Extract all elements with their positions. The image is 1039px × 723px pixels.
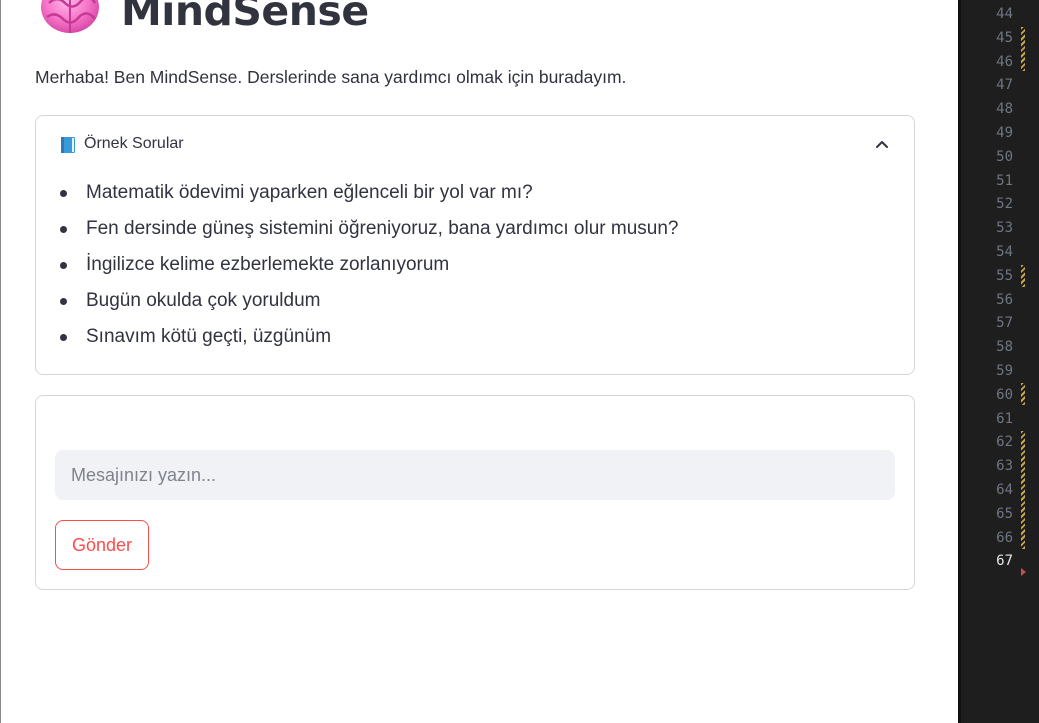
line-number: 63: [996, 458, 1013, 475]
brain-icon: [39, 0, 101, 39]
message-form: Gönder: [35, 395, 915, 590]
line-number: 45: [996, 29, 1013, 46]
list-item: Fen dersinde güneş sistemini öğreniyoruz…: [60, 211, 678, 247]
message-input[interactable]: [55, 450, 895, 500]
intro-text: Merhaba! Ben MindSense. Derslerinde sana…: [35, 67, 627, 87]
modified-lines-marker: [1021, 383, 1025, 405]
expander-header[interactable]: Örnek Sorular: [36, 116, 914, 172]
line-number: 53: [996, 220, 1013, 237]
line-number: 58: [996, 339, 1013, 356]
streamlit-app-pane: MindSense Merhaba! Ben MindSense. Dersle…: [0, 0, 958, 723]
bullet: [60, 190, 67, 197]
bullet: [60, 334, 67, 341]
line-number: 66: [996, 529, 1013, 546]
line-number: 48: [996, 101, 1013, 118]
line-number: 57: [996, 315, 1013, 332]
expander-title: Örnek Sorular: [84, 135, 184, 152]
title-row: MindSense: [39, 0, 369, 40]
line-number: 49: [996, 124, 1013, 141]
bullet: [60, 262, 67, 269]
book-icon: [60, 137, 76, 153]
modified-lines-marker: [1021, 431, 1025, 549]
list-item: Matematik ödevimi yaparken eğlenceli bir…: [60, 175, 678, 211]
line-number: 60: [996, 386, 1013, 403]
bullet: [60, 226, 67, 233]
current-line-number: 67: [996, 553, 1013, 570]
line-number: 51: [996, 172, 1013, 189]
question-list: Matematik ödevimi yaparken eğlenceli bir…: [60, 175, 678, 355]
code-editor-gutter: 44 45 46 47 48 49 50 51 52 53 54 55 56 5…: [958, 0, 1039, 723]
question-text: Sınavım kötü geçti, üzgünüm: [86, 326, 332, 347]
modified-lines-marker: [1021, 27, 1025, 71]
line-number: 54: [996, 243, 1013, 260]
bullet: [60, 298, 67, 305]
line-number: 44: [996, 6, 1013, 22]
line-number: 50: [996, 148, 1013, 165]
send-button[interactable]: Gönder: [55, 520, 149, 570]
sample-questions-expander: Örnek Sorular Matematik ödevimi yaparken…: [35, 115, 915, 375]
list-item: İngilizce kelime ezberlemekte zorlanıyor…: [60, 247, 678, 283]
question-text: Bugün okulda çok yoruldum: [86, 290, 321, 311]
line-number: 59: [996, 362, 1013, 379]
line-number: 56: [996, 291, 1013, 308]
line-number: 61: [996, 410, 1013, 427]
modified-lines-marker: [1021, 265, 1025, 287]
line-number: 47: [996, 77, 1013, 94]
list-item: Bugün okulda çok yoruldum: [60, 283, 678, 319]
line-number: 62: [996, 434, 1013, 451]
line-number: 55: [996, 267, 1013, 284]
page-title: MindSense: [121, 0, 369, 35]
fold-arrow-icon[interactable]: [1021, 568, 1026, 576]
line-number: 46: [996, 53, 1013, 70]
list-item: Sınavım kötü geçti, üzgünüm: [60, 319, 678, 355]
line-number: 65: [996, 505, 1013, 522]
line-number: 64: [996, 481, 1013, 498]
question-text: Matematik ödevimi yaparken eğlenceli bir…: [86, 182, 533, 203]
line-numbers: 44 45 46 47 48 49 50 51 52 53 54 55 56 5…: [996, 3, 1013, 574]
question-text: İngilizce kelime ezberlemekte zorlanıyor…: [86, 254, 450, 275]
line-number: 52: [996, 196, 1013, 213]
chevron-up-icon[interactable]: [874, 136, 890, 152]
question-text: Fen dersinde güneş sistemini öğreniyoruz…: [86, 218, 679, 239]
